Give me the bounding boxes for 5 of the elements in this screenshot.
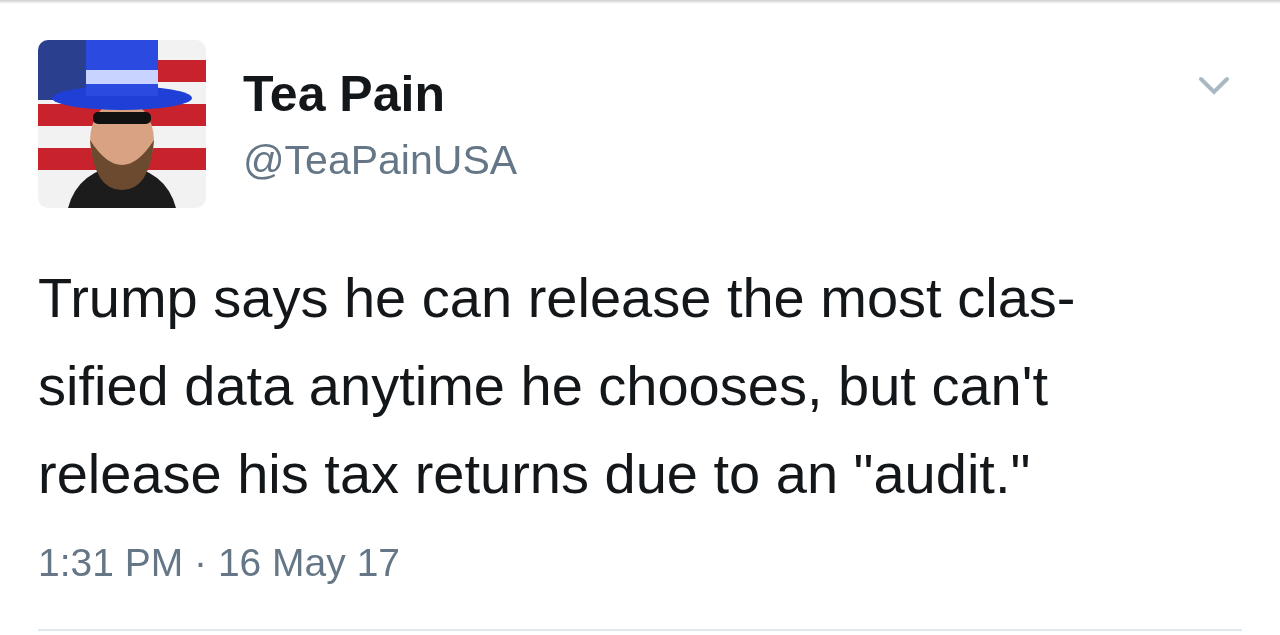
- chevron-icon[interactable]: [1198, 76, 1230, 96]
- timestamp: 1:31 PM · 16 May 17: [38, 541, 400, 584]
- tweet-text: Trump says he can release the most clas- sified data anytime he chooses, but can't release his tax returns due to an "audit.": [38, 265, 1076, 507]
- username: @TeaPainUSA: [243, 136, 518, 185]
- display-name: Tea Pain: [243, 65, 445, 124]
